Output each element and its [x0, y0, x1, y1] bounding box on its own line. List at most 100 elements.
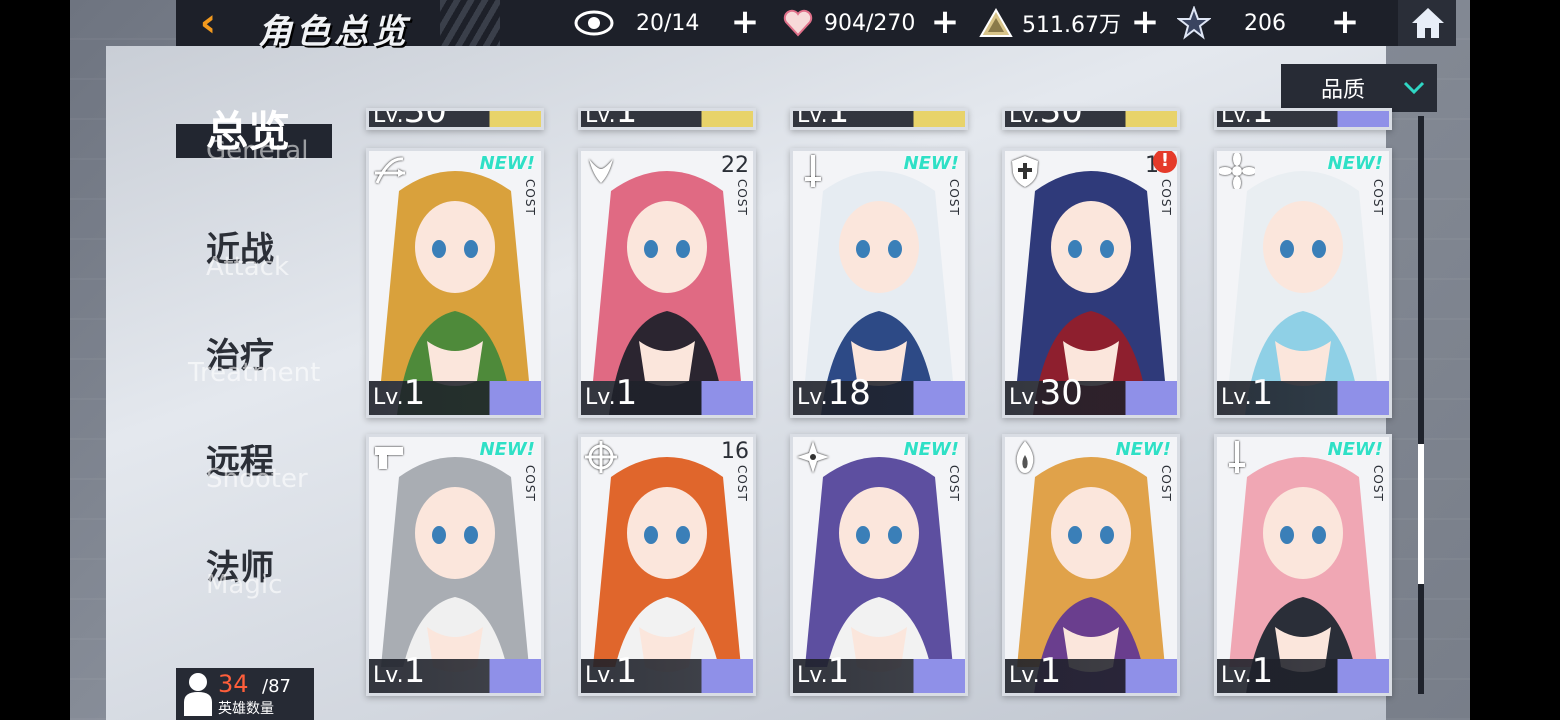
level-label: Lv.1 — [585, 651, 638, 691]
level-value: 1 — [1039, 651, 1062, 691]
hero-card[interactable]: 22 COST Lv.1 — [578, 148, 756, 418]
filter-label: 品质 — [1321, 78, 1366, 103]
cost-label: COST — [1371, 465, 1385, 502]
hero-card[interactable]: Lv.30 — [1002, 108, 1180, 130]
level-label: Lv.1 — [1009, 651, 1062, 691]
hero-card[interactable]: Lv.1 — [578, 108, 756, 130]
resource-crystals: 206 — [1174, 0, 1286, 46]
level-label: Lv.30 — [1009, 111, 1083, 127]
title-decoration — [440, 0, 500, 46]
resource-hearts: 904/270 — [778, 0, 915, 46]
cost-label: COST — [735, 465, 749, 502]
level-label: Lv.30 — [373, 111, 447, 127]
level-value: 1 — [827, 651, 850, 691]
level-value: 1 — [403, 373, 426, 413]
level-label: Lv.1 — [585, 373, 638, 413]
hero-card[interactable]: COST NEW! Lv.18 — [790, 148, 968, 418]
level-label: Lv.1 — [1221, 111, 1273, 127]
hero-card[interactable]: COST NEW! Lv.1 — [1214, 434, 1392, 696]
hero-card[interactable]: COST NEW! Lv.1 — [366, 434, 544, 696]
resource-value: 904/270 — [824, 10, 916, 36]
add-stamina-button[interactable]: + — [730, 5, 760, 39]
level-label: Lv.1 — [797, 111, 849, 127]
demon-horn-icon — [583, 153, 619, 189]
level-label: Lv.1 — [797, 651, 850, 691]
level-value: 30 — [1039, 108, 1083, 130]
bow-icon — [371, 153, 407, 189]
level-value: 1 — [1251, 651, 1274, 691]
new-badge: NEW! — [1115, 439, 1171, 460]
level-value: 1 — [403, 651, 426, 691]
add-hearts-button[interactable]: + — [930, 5, 960, 39]
cost-value: 16 — [721, 439, 749, 464]
resource-value: 511.67万 — [1022, 13, 1121, 38]
cost-label: COST — [735, 179, 749, 216]
level-value: 1 — [615, 373, 638, 413]
sidebar-item-sublabel: Magic — [206, 570, 283, 600]
hero-card[interactable]: 16 COST Lv.1 — [578, 434, 756, 696]
quality-filter-dropdown[interactable]: 品质 — [1281, 64, 1437, 112]
cost-label: COST — [523, 465, 537, 502]
new-badge: NEW! — [903, 153, 959, 174]
sidebar-item-attack[interactable]: 近战 Attack — [206, 222, 289, 282]
new-badge: NEW! — [479, 153, 535, 174]
sidebar-item-magic[interactable]: 法师 Magic — [206, 540, 282, 600]
level-value: 1 — [615, 651, 638, 691]
hero-card[interactable]: COST NEW! Lv.1 — [1002, 434, 1180, 696]
gun-icon — [371, 439, 407, 475]
hero-card[interactable]: COST NEW! Lv.1 — [1214, 148, 1392, 418]
cost-label: COST — [1371, 179, 1385, 216]
sidebar-item-sublabel: Attack — [206, 252, 290, 282]
sidebar-item-shooter[interactable]: 远程 Shooter — [206, 434, 308, 494]
sidebar-item-sublabel: General — [206, 136, 309, 166]
sidebar-item-general[interactable]: 总览 General — [206, 98, 308, 166]
resource-stamina: 20/14 — [574, 0, 699, 46]
home-button[interactable] — [1398, 0, 1456, 46]
level-label: Lv.1 — [1221, 651, 1274, 691]
sword-icon — [795, 153, 831, 189]
add-crystals-button[interactable]: + — [1330, 5, 1360, 39]
star-crystal-icon — [1174, 3, 1214, 43]
level-label: Lv.1 — [373, 651, 426, 691]
level-value: 30 — [403, 108, 447, 130]
level-value: 30 — [1039, 373, 1083, 413]
hero-card[interactable]: COST NEW! Lv.1 — [790, 434, 968, 696]
sidebar-item-sublabel: Shooter — [206, 464, 308, 494]
add-gold-button[interactable]: + — [1130, 5, 1160, 39]
cost-label: COST — [947, 465, 961, 502]
level-label: Lv.1 — [1221, 373, 1274, 413]
chevron-down-icon — [1403, 81, 1425, 95]
back-button[interactable]: ‹ — [178, 0, 238, 46]
hero-card[interactable]: Lv.1 — [1214, 108, 1392, 130]
hero-card[interactable]: Lv.1 — [790, 108, 968, 130]
heart-icon — [778, 3, 818, 43]
page-title: 角色总览 — [258, 12, 410, 52]
hero-card[interactable]: Lv.30 — [366, 108, 544, 130]
scrollbar-thumb[interactable] — [1418, 444, 1424, 584]
level-label: Lv.1 — [373, 373, 426, 413]
scrollbar-track[interactable] — [1418, 116, 1424, 694]
level-value: 1 — [827, 108, 850, 130]
level-label: Lv.18 — [797, 373, 871, 413]
cost-label: COST — [523, 179, 537, 216]
flower-icon — [1218, 152, 1256, 190]
new-badge: NEW! — [1327, 153, 1383, 174]
hero-card[interactable]: COST NEW! Lv.1 — [366, 148, 544, 418]
alert-badge: ! — [1153, 151, 1177, 173]
resource-value: 206 — [1244, 10, 1286, 36]
cost-label: COST — [947, 179, 961, 216]
resource-value: 20/14 — [636, 10, 700, 36]
level-value: 1 — [1251, 108, 1274, 130]
hero-count-label: 英雄数量 — [218, 701, 274, 717]
eye-icon — [574, 3, 614, 43]
shuriken-icon — [795, 439, 831, 475]
chevron-left-icon: ‹ — [199, 0, 217, 46]
level-value: 18 — [827, 373, 871, 413]
sidebar-item-treatment[interactable]: 治疗 Treatment — [188, 328, 320, 388]
home-icon — [1412, 8, 1444, 38]
hero-card[interactable]: 19COST!Lv.30 — [1002, 148, 1180, 418]
level-label: Lv.30 — [1009, 373, 1083, 413]
hero-count-current: 34 — [218, 670, 249, 698]
level-label: Lv.1 — [585, 111, 637, 127]
crosshair-icon — [583, 439, 619, 475]
